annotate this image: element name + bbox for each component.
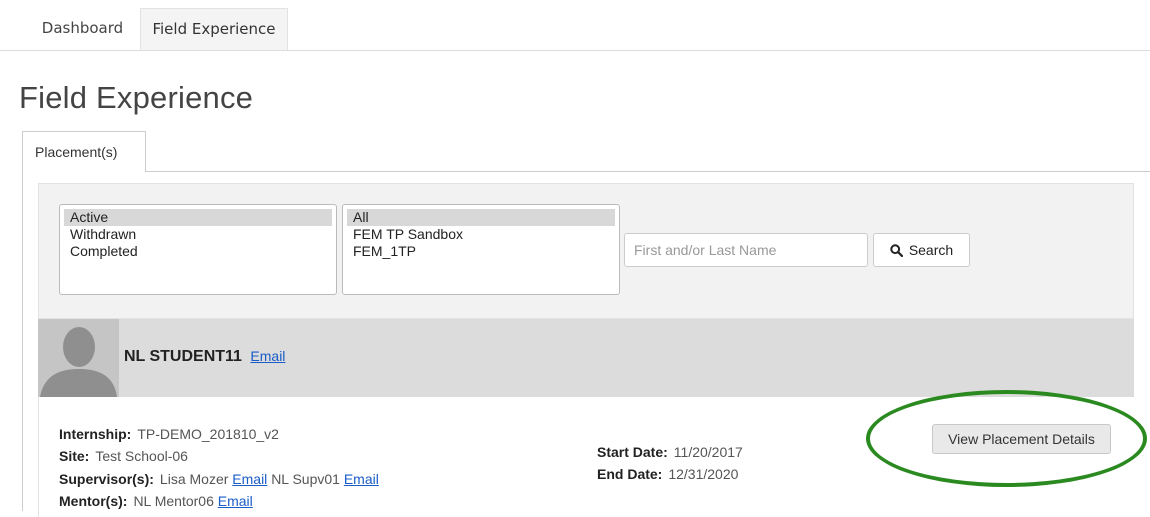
site-row: Site: Test School-06 (59, 448, 188, 464)
student-email-link[interactable]: Email (250, 348, 285, 364)
page-title: Field Experience (19, 80, 254, 115)
status-option-withdrawn[interactable]: Withdrawn (64, 226, 332, 243)
supervisors-row: Supervisor(s): Lisa Mozer Email NL Supv01… (59, 471, 379, 487)
tab-dashboard[interactable]: Dashboard (26, 8, 139, 50)
search-icon (890, 243, 903, 257)
supervisor-2-email-link[interactable]: Email (344, 471, 379, 487)
search-button[interactable]: Search (873, 233, 970, 267)
tab-placements[interactable]: Placement(s) (22, 131, 146, 172)
internship-label: Internship: (59, 426, 132, 442)
site-label: Site: (59, 448, 90, 464)
site-value: Test School-06 (95, 448, 188, 464)
status-listbox[interactable]: Active Withdrawn Completed (59, 204, 337, 295)
start-date-label: Start Date: (597, 444, 668, 460)
name-search-input[interactable] (624, 233, 868, 267)
end-date-value: 12/31/2020 (668, 466, 739, 482)
tab-field-experience[interactable]: Field Experience (140, 8, 288, 50)
student-name: NL STUDENT11 Email (124, 348, 285, 366)
internship-row: Internship: TP-DEMO_201810_v2 (59, 426, 279, 442)
supervisor-1-email-link[interactable]: Email (232, 471, 267, 487)
program-listbox[interactable]: All FEM TP Sandbox FEM_1TP (342, 204, 620, 295)
end-date-label: End Date: (597, 466, 663, 482)
mentors-label: Mentor(s): (59, 493, 128, 509)
mentors-row: Mentor(s): NL Mentor06 Email (59, 493, 253, 509)
start-date-row: Start Date: 11/20/2017 (597, 444, 743, 460)
supervisor-1: Lisa Mozer (159, 471, 229, 487)
start-date-value: 11/20/2017 (673, 444, 743, 460)
program-option-fem-tp-sandbox[interactable]: FEM TP Sandbox (347, 226, 615, 243)
mentor-1: NL Mentor06 (133, 493, 214, 509)
view-placement-details-button[interactable]: View Placement Details (932, 424, 1111, 454)
supervisor-2: NL Supv01 (271, 471, 340, 487)
status-option-active[interactable]: Active (64, 209, 332, 226)
internship-value: TP-DEMO_201810_v2 (137, 426, 279, 442)
status-option-completed[interactable]: Completed (64, 243, 332, 260)
search-button-label: Search (908, 242, 954, 258)
mentor-1-email-link[interactable]: Email (218, 493, 253, 509)
supervisors-label: Supervisor(s): (59, 471, 154, 487)
program-option-all[interactable]: All (347, 209, 615, 226)
user-avatar-icon (38, 319, 119, 397)
top-nav: Dashboard Field Experience (0, 0, 1150, 51)
student-name-text: NL STUDENT11 (124, 348, 242, 365)
program-option-fem-1tp[interactable]: FEM_1TP (347, 243, 615, 260)
end-date-row: End Date: 12/31/2020 (597, 466, 738, 482)
